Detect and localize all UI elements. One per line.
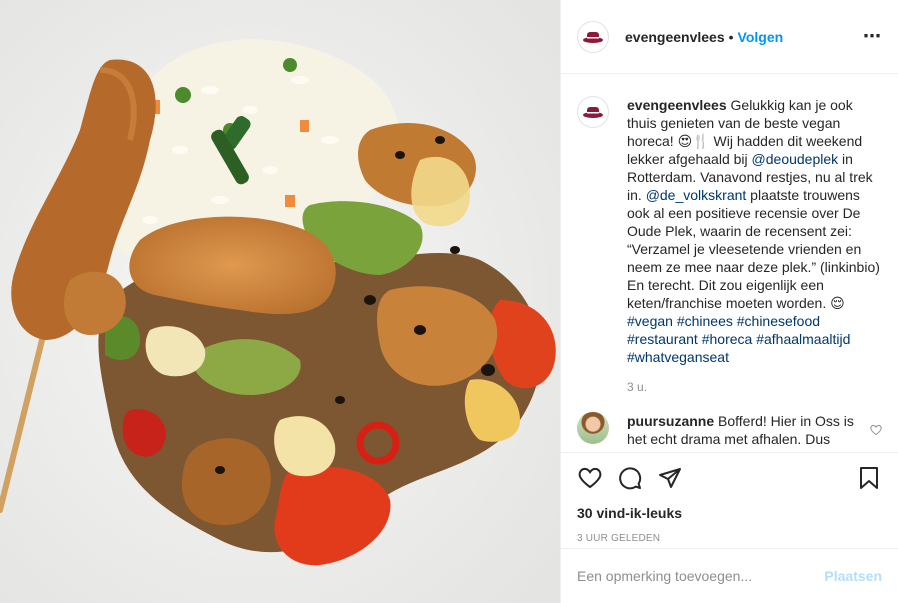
comment-row: puursuzanne Bofferd! Hier in Oss is het … (577, 412, 882, 448)
post-comment-button[interactable]: Plaatsen (824, 568, 882, 584)
caption-text: evengeenvlees Gelukkig kan je ook thuis … (627, 96, 881, 366)
caption-avatar[interactable] (577, 96, 609, 128)
heart-icon[interactable] (577, 465, 603, 491)
hat-logo-icon (583, 107, 603, 118)
caption-hashtags[interactable]: #vegan #chinees #chinesefood #restaurant… (627, 313, 850, 365)
profile-avatar[interactable] (577, 20, 609, 53)
action-icons (577, 463, 882, 493)
comment-like-heart-icon[interactable] (870, 424, 882, 439)
share-icon[interactable] (657, 465, 683, 491)
post-actions: 30 vind-ik-leuks 3 UUR GELEDEN (561, 452, 898, 548)
comment-text: puursuzanne Bofferd! Hier in Oss is het … (627, 412, 863, 448)
separator-dot: • (728, 28, 734, 45)
comment-username[interactable]: puursuzanne (627, 413, 714, 429)
commenter-avatar[interactable] (577, 412, 609, 444)
caption-part-3: plaatste trouwens ook al een positieve r… (627, 187, 880, 311)
caption-row: evengeenvlees Gelukkig kan je ook thuis … (577, 96, 882, 366)
mention-de-volkskrant[interactable]: @de_volkskrant (646, 187, 747, 203)
more-options-icon[interactable]: ⋯ (863, 26, 882, 47)
bookmark-icon[interactable] (856, 465, 882, 491)
hat-logo-icon (583, 31, 603, 43)
post-sidebar: evengeenvlees • Volgen ⋯ evengeenvlees G… (560, 0, 898, 603)
add-comment-bar: Plaatsen (561, 548, 898, 603)
comment-icon[interactable] (617, 465, 643, 491)
post-photo[interactable] (0, 0, 560, 603)
caption-timestamp[interactable]: 3 u. (627, 380, 882, 394)
post-header: evengeenvlees • Volgen ⋯ (561, 0, 898, 74)
food-photo-image (0, 0, 560, 603)
likes-count[interactable]: 30 vind-ik-leuks (577, 505, 882, 521)
post-timestamp[interactable]: 3 UUR GELEDEN (577, 533, 882, 544)
comment-input[interactable] (577, 568, 825, 584)
follow-button[interactable]: Volgen (738, 29, 784, 45)
header-username[interactable]: evengeenvlees (625, 29, 725, 45)
mention-deoudeplek[interactable]: @deoudeplek (752, 151, 839, 167)
caption-username[interactable]: evengeenvlees (627, 97, 727, 113)
comments-section[interactable]: evengeenvlees Gelukkig kan je ook thuis … (561, 74, 898, 452)
